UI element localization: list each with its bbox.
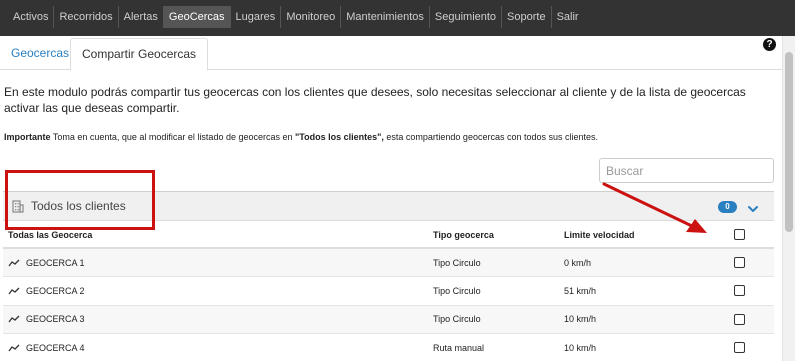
route-icon xyxy=(8,287,20,295)
nav-item-alertas[interactable]: Alertas xyxy=(119,6,164,28)
nav-item-monitoreo[interactable]: Monitoreo xyxy=(281,6,342,28)
tab-compartir-geocercas[interactable]: Compartir Geocercas xyxy=(70,38,209,71)
geofence-speed: 0 km/h xyxy=(564,248,734,277)
geofence-name: GEOCERCA 3 xyxy=(26,314,85,325)
nav-item-salir[interactable]: Salir xyxy=(552,6,584,28)
header-type: Tipo geocerca xyxy=(433,222,564,249)
building-icon xyxy=(12,200,24,218)
client-label: Todos los clientes xyxy=(31,199,126,213)
table-row: GEOCERCA 4 Ruta manual 10 km/h xyxy=(3,333,774,361)
client-selector[interactable]: Todos los clientes 0 xyxy=(3,191,774,221)
geofence-type: Tipo Circulo xyxy=(433,248,564,277)
row-checkbox[interactable] xyxy=(734,257,745,269)
nav-item-seguimiento[interactable]: Seguimiento xyxy=(430,6,503,28)
row-checkbox[interactable] xyxy=(734,285,745,297)
header-name: Todas las Geocerca xyxy=(3,222,433,249)
table-header-row: Todas las Geocerca Tipo geocerca Limite … xyxy=(3,222,774,249)
select-all-checkbox[interactable] xyxy=(734,229,745,241)
note-text-after: esta compartiendo geocercas con todos su… xyxy=(383,132,599,142)
tab-bar: Geocercas Compartir Geocercas xyxy=(0,38,782,71)
geofence-type: Ruta manual xyxy=(433,333,564,361)
table-row: GEOCERCA 3 Tipo Circulo 10 km/h xyxy=(3,305,774,334)
important-note: Importante Toma en cuenta, que al modifi… xyxy=(4,131,774,143)
geofence-speed: 10 km/h xyxy=(564,333,734,361)
geofence-name: GEOCERCA 4 xyxy=(26,342,85,353)
top-navbar: Activos Recorridos Alertas GeoCercas Lug… xyxy=(0,0,795,36)
nav-item-lugares[interactable]: Lugares xyxy=(231,6,282,28)
intro-text: En este modulo podrás compartir tus geoc… xyxy=(4,85,746,115)
geofence-type: Tipo Circulo xyxy=(433,305,564,334)
note-label: Importante xyxy=(4,132,51,142)
tab-geocercas[interactable]: Geocercas xyxy=(0,38,80,70)
help-icon[interactable]: ? xyxy=(763,38,776,51)
scrollbar-thumb[interactable] xyxy=(785,52,793,232)
geofence-name: GEOCERCA 1 xyxy=(26,257,85,268)
nav-item-activos[interactable]: Activos xyxy=(8,6,55,28)
table-row: GEOCERCA 2 Tipo Circulo 51 km/h xyxy=(3,276,774,306)
chevron-down-icon[interactable] xyxy=(747,201,759,219)
geofence-name: GEOCERCA 2 xyxy=(26,285,85,296)
table-row: GEOCERCA 1 Tipo Circulo 0 km/h xyxy=(3,248,774,277)
row-checkbox[interactable] xyxy=(734,313,745,325)
route-icon xyxy=(8,315,20,323)
geofence-speed: 10 km/h xyxy=(564,305,734,334)
geofence-table: Todas las Geocerca Tipo geocerca Limite … xyxy=(3,222,774,361)
row-checkbox[interactable] xyxy=(734,342,745,354)
nav-item-recorridos[interactable]: Recorridos xyxy=(54,6,119,28)
header-select-all xyxy=(734,222,774,249)
search-input[interactable] xyxy=(599,158,774,183)
header-speed: Limite velocidad xyxy=(564,222,734,249)
geofence-speed: 51 km/h xyxy=(564,276,734,306)
nav-item-mantenimientos[interactable]: Mantenimientos xyxy=(341,6,430,28)
note-text-before: Toma en cuenta, que al modificar el list… xyxy=(50,132,295,142)
nav-menu: Activos Recorridos Alertas GeoCercas Lug… xyxy=(8,6,584,28)
nav-item-geocercas[interactable]: GeoCercas xyxy=(163,6,231,28)
page-scrollbar[interactable] xyxy=(782,36,795,361)
route-icon xyxy=(8,344,20,352)
nav-item-soporte[interactable]: Soporte xyxy=(502,6,552,28)
geofence-type: Tipo Circulo xyxy=(433,276,564,306)
note-highlight: "Todos los clientes", xyxy=(295,132,384,142)
count-badge: 0 xyxy=(718,201,737,213)
route-icon xyxy=(8,259,20,266)
